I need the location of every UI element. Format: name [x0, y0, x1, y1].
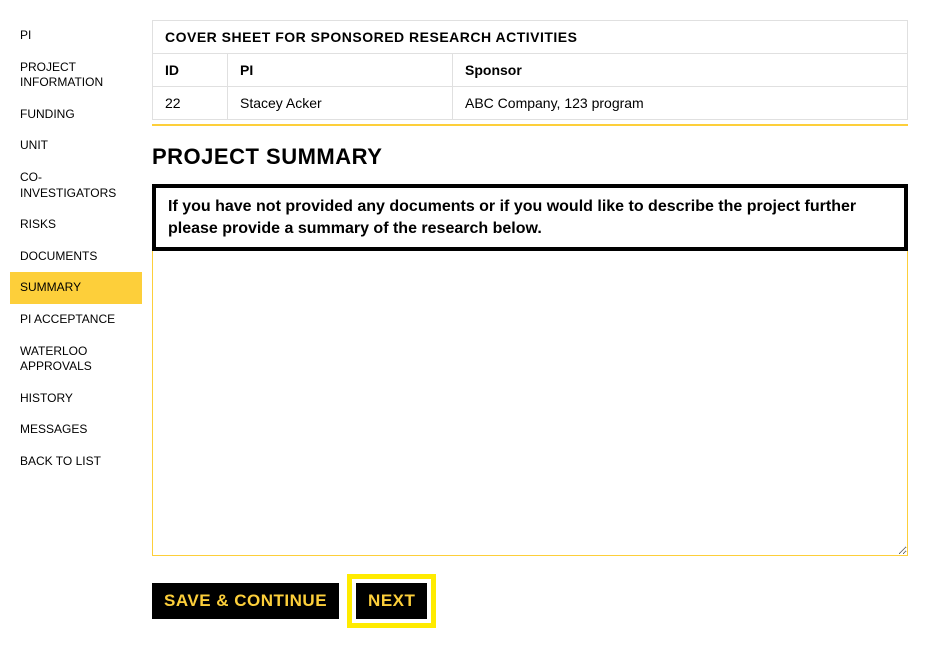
- sidebar-item-unit[interactable]: UNIT: [10, 130, 142, 162]
- next-button[interactable]: NEXT: [356, 583, 427, 619]
- next-highlight: NEXT: [347, 574, 436, 628]
- col-header-id: ID: [153, 54, 228, 87]
- col-header-sponsor: Sponsor: [453, 54, 908, 87]
- main-content: COVER SHEET FOR SPONSORED RESEARCH ACTIV…: [152, 20, 923, 628]
- sidebar-item-co-investigators[interactable]: CO-INVESTIGATORS: [10, 162, 142, 209]
- cell-id: 22: [153, 87, 228, 120]
- col-header-pi: PI: [228, 54, 453, 87]
- cell-sponsor: ABC Company, 123 program: [453, 87, 908, 120]
- sidebar-item-risks[interactable]: RISKS: [10, 209, 142, 241]
- sidebar-item-waterloo-approvals[interactable]: WATERLOO APPROVALS: [10, 336, 142, 383]
- sidebar-item-pi-acceptance[interactable]: PI ACCEPTANCE: [10, 304, 142, 336]
- sidebar-item-back-to-list[interactable]: BACK TO LIST: [10, 446, 142, 478]
- save-continue-button[interactable]: SAVE & CONTINUE: [152, 583, 339, 619]
- sidebar-nav: PI PROJECT INFORMATION FUNDING UNIT CO-I…: [10, 20, 142, 628]
- sidebar-item-summary[interactable]: SUMMARY: [10, 272, 142, 304]
- sidebar-item-documents[interactable]: DOCUMENTS: [10, 241, 142, 273]
- sidebar-item-funding[interactable]: FUNDING: [10, 99, 142, 131]
- cell-pi: Stacey Acker: [228, 87, 453, 120]
- section-heading: PROJECT SUMMARY: [152, 144, 908, 170]
- sidebar-item-pi[interactable]: PI: [10, 20, 142, 52]
- cover-sheet-title: COVER SHEET FOR SPONSORED RESEARCH ACTIV…: [153, 21, 908, 54]
- sidebar-item-history[interactable]: HISTORY: [10, 383, 142, 415]
- sidebar-item-messages[interactable]: MESSAGES: [10, 414, 142, 446]
- summary-textarea[interactable]: [152, 251, 908, 556]
- divider: [152, 124, 908, 126]
- sidebar-item-project-information[interactable]: PROJECT INFORMATION: [10, 52, 142, 99]
- button-row: SAVE & CONTINUE NEXT: [152, 574, 908, 628]
- cover-sheet-table: COVER SHEET FOR SPONSORED RESEARCH ACTIV…: [152, 20, 908, 120]
- table-row: 22 Stacey Acker ABC Company, 123 program: [153, 87, 908, 120]
- instruction-box: If you have not provided any documents o…: [152, 184, 908, 251]
